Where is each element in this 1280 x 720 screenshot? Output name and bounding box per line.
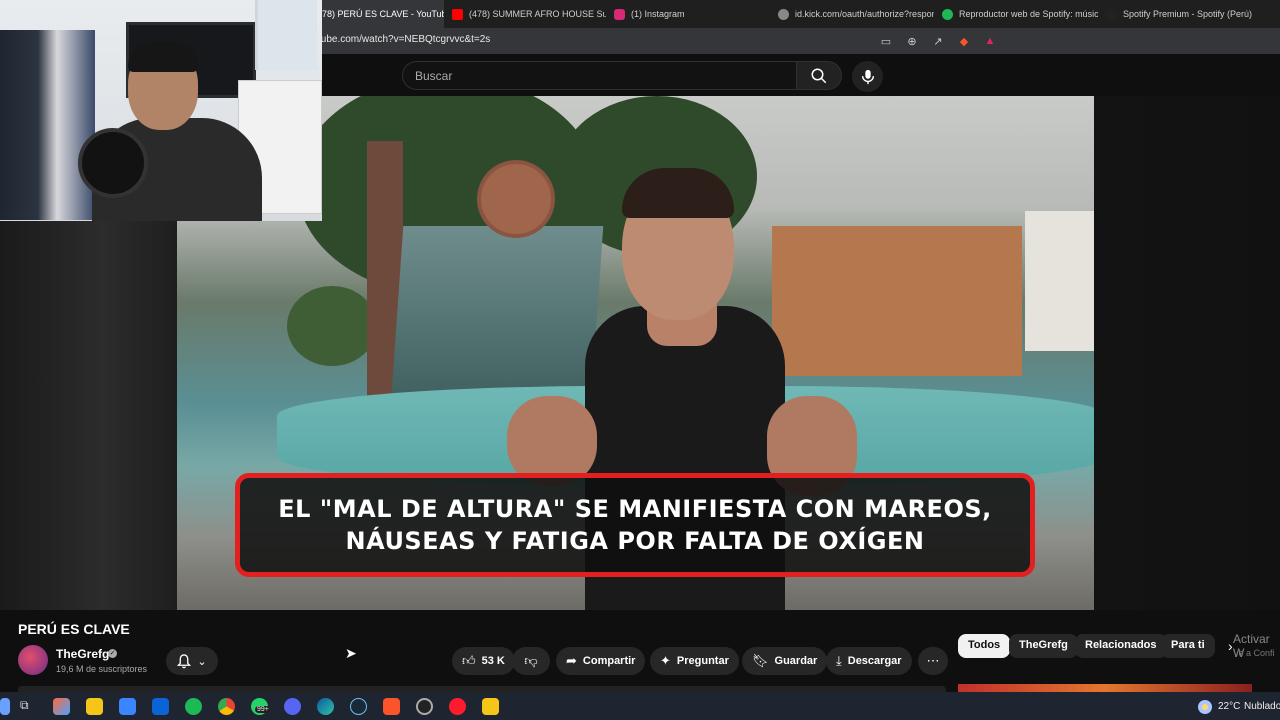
tab-spotify-premium[interactable]: Spotify Premium - Spotify (Perú) <box>1098 0 1262 28</box>
shelf <box>255 0 317 70</box>
brave-icon[interactable] <box>383 698 400 715</box>
save-button[interactable]: 🔖︎ Guardar <box>742 647 828 675</box>
chip-todos[interactable]: Todos <box>958 634 1011 658</box>
fountain-wall <box>390 226 604 406</box>
channel-name[interactable]: TheGrefg <box>56 647 109 661</box>
tab-kick-oauth[interactable]: id.kick.com/oauth/authorize?respons <box>770 0 934 28</box>
share-button[interactable]: ➦ Compartir <box>556 647 646 675</box>
app-icon[interactable] <box>482 698 499 715</box>
temperature: 22°C <box>1218 701 1241 712</box>
chrome-icon[interactable] <box>218 698 235 715</box>
bookmark-icon: 🔖︎ <box>752 653 769 668</box>
more-horizontal-icon: ⋯ <box>926 653 940 668</box>
chevron-down-icon: ⌄ <box>197 655 207 668</box>
save-label: Guardar <box>774 655 818 667</box>
instagram-favicon-icon <box>614 8 625 20</box>
caption-line-2: NÁUSEAS Y FATIGA POR FALTA DE OXÍGEN <box>345 527 925 555</box>
tab-spotify-web[interactable]: Reproductor web de Spotify: música <box>934 0 1098 28</box>
channel-avatar[interactable] <box>18 645 48 675</box>
like-button[interactable]: 👍︎ 53 K <box>452 647 515 675</box>
discord-icon[interactable] <box>284 698 301 715</box>
tree <box>287 286 377 366</box>
building <box>772 226 1022 376</box>
rewards-icon[interactable]: ▲ <box>982 33 998 49</box>
activate-windows-sub: Ve a Confi <box>1233 648 1275 658</box>
tab-title: (478) SUMMER AFRO HOUSE Sunset <box>469 9 606 19</box>
video-info-area: PERÚ ES CLAVE TheGrefg ✓ 19,6 M de suscr… <box>0 610 1280 698</box>
video-title: PERÚ ES CLAVE <box>18 621 130 637</box>
more-actions-button[interactable]: ⋯ <box>918 647 948 675</box>
subscriber-count: 19,6 M de suscriptores <box>56 664 148 674</box>
edge-icon[interactable] <box>317 698 334 715</box>
share-icon[interactable]: ↗ <box>930 33 946 49</box>
tab-title: Spotify Premium - Spotify (Perú) <box>1123 9 1253 19</box>
start-icon[interactable] <box>0 698 10 715</box>
tab-title: id.kick.com/oauth/authorize?respons <box>795 9 934 19</box>
sun-sculpture <box>477 160 555 238</box>
sparkle-icon: ✦ <box>660 653 671 668</box>
ask-label: Preguntar <box>676 655 729 667</box>
obs-icon[interactable] <box>416 698 433 715</box>
globe-favicon-icon <box>778 8 789 20</box>
caption-line-1: EL "MAL DE ALTURA" SE MANIFIESTA CON MAR… <box>278 495 992 523</box>
tab-summer-afro-house[interactable]: (478) SUMMER AFRO HOUSE Sunset <box>444 0 606 28</box>
bell-icon <box>177 653 192 668</box>
webcam-overlay <box>0 0 322 221</box>
file-explorer-icon[interactable] <box>86 698 103 715</box>
like-count: 53 K <box>481 655 505 667</box>
building <box>1025 211 1094 351</box>
tab-instagram[interactable]: (1) Instagram <box>606 0 770 28</box>
store-icon[interactable] <box>119 698 136 715</box>
tab-title: (1) Instagram <box>631 9 685 19</box>
weather-label: Nublado <box>1244 701 1280 712</box>
download-label: Descargar <box>847 655 902 667</box>
verified-icon: ✓ <box>108 649 117 658</box>
tab-title: Reproductor web de Spotify: música <box>959 9 1098 19</box>
download-icon: ⤓ <box>836 653 842 668</box>
chip-thegrefg[interactable]: TheGrefg <box>1009 634 1078 658</box>
address-bar-icons: ▭ ⊕ ↗ ◆ ▲ <box>878 33 998 49</box>
opera-icon[interactable] <box>449 698 466 715</box>
screen-cast-icon[interactable]: ▭ <box>878 33 894 49</box>
brave-shield-icon[interactable]: ◆ <box>956 33 972 49</box>
task-view-icon[interactable]: ⧉ <box>20 698 37 715</box>
weather-icon[interactable] <box>1198 700 1212 714</box>
microphone <box>78 128 148 198</box>
share-label: Compartir <box>582 655 636 667</box>
video-caption-box: EL "MAL DE ALTURA" SE MANIFIESTA CON MAR… <box>235 473 1035 577</box>
chevron-right-icon[interactable]: › <box>1228 638 1233 654</box>
youtube-favicon-icon <box>452 8 463 20</box>
chip-para-ti[interactable]: Para ti <box>1161 634 1215 658</box>
search-icon <box>811 68 827 83</box>
clothes-rack <box>0 30 95 220</box>
mouse-cursor-icon: ➤ <box>345 645 357 661</box>
thumbs-down-icon: 👎︎ <box>524 653 538 668</box>
spotify-icon[interactable] <box>185 698 202 715</box>
tab-title: 78) PERÚ ES CLAVE - YouTub <box>322 9 444 19</box>
download-button[interactable]: ⤓ Descargar <box>826 647 912 675</box>
dislike-button[interactable]: 👎︎ <box>512 647 550 675</box>
spotify-favicon-icon <box>1106 8 1117 20</box>
microphone-icon <box>861 69 874 84</box>
search-input[interactable]: Buscar <box>402 61 796 90</box>
url-field[interactable]: tube.com/watch?v=NEBQtcgrvvc&t=2s <box>318 34 490 45</box>
streamer-hair <box>128 42 198 72</box>
mail-icon[interactable] <box>152 698 169 715</box>
search-button[interactable] <box>796 61 842 90</box>
thumbs-up-icon: 👍︎ <box>462 653 476 668</box>
steam-icon[interactable] <box>350 698 367 715</box>
spotify-favicon-icon <box>942 8 953 20</box>
share-arrow-icon: ➦ <box>566 653 577 668</box>
chip-relacionados[interactable]: Relacionados <box>1075 634 1167 658</box>
ask-button[interactable]: ✦ Preguntar <box>650 647 739 675</box>
zoom-icon[interactable]: ⊕ <box>904 33 920 49</box>
copilot-icon[interactable] <box>53 698 70 715</box>
voice-search-button[interactable] <box>852 61 883 92</box>
whatsapp-badge: 99+ <box>255 706 271 713</box>
notification-bell-button[interactable]: ⌄ <box>166 647 218 675</box>
